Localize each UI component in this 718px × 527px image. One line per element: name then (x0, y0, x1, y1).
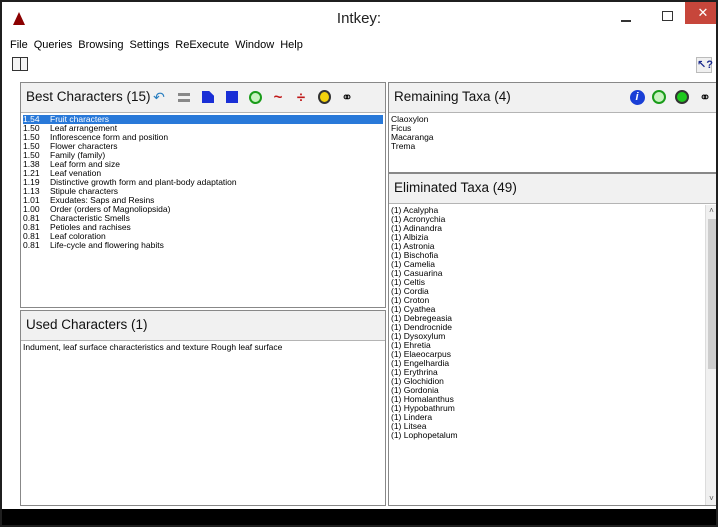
eliminated-taxa-header: Eliminated Taxa (49) (389, 174, 716, 204)
context-help-icon[interactable]: ↖? (696, 57, 713, 73)
menu-bar: File Queries Browsing Settings ReExecute… (2, 38, 716, 53)
status-bar (2, 509, 716, 525)
scroll-down-icon[interactable]: ˅ (706, 494, 716, 504)
remaining-taxa-list: Claoxylon Ficus Macaranga Trema (389, 114, 716, 172)
best-characters-pane: Best Characters (15) ↶ ~ ÷ ⚭ 1.54 Fruit c… (20, 82, 386, 308)
eliminated-taxa-scrollbar[interactable]: ˄ ˅ (705, 205, 716, 505)
list-item[interactable]: Ficus (391, 124, 715, 133)
yellow-circle-icon[interactable] (314, 87, 334, 107)
used-characters-list: Indument, leaf surface characteristics a… (21, 342, 385, 505)
menu-reexecute[interactable]: ReExecute (175, 38, 229, 53)
menu-window[interactable]: Window (235, 38, 274, 53)
maximize-button[interactable] (647, 2, 687, 30)
remaining-taxa-title: Remaining Taxa (4) (394, 89, 511, 104)
list-item[interactable]: (1) Croton (391, 296, 703, 305)
undo-icon[interactable]: ↶ (149, 87, 169, 107)
best-characters-list: 1.54 Fruit characters 1.50 Leaf arrangemen… (21, 114, 385, 307)
list-item[interactable]: (1) Cordia (391, 287, 703, 296)
best-characters-header: Best Characters (15) ↶ ~ ÷ ⚭ (21, 83, 385, 113)
list-item[interactable]: (1) Adinandra (391, 224, 703, 233)
tilde-icon[interactable]: ~ (268, 87, 288, 107)
list-item[interactable]: Indument, leaf surface characteristics a… (23, 343, 383, 352)
book-icon[interactable] (12, 57, 28, 71)
minimize-button[interactable] (606, 2, 646, 30)
eliminated-taxa-list: (1) Acalypha (1) Acronychia (1) Adinandr… (389, 205, 705, 505)
separate-icon[interactable] (174, 87, 194, 107)
scroll-thumb[interactable] (708, 219, 716, 369)
taxa-binoculars-icon[interactable]: ⚭ (695, 87, 715, 107)
list-item[interactable]: (1) Casuarina (391, 269, 703, 278)
menu-file[interactable]: File (10, 38, 28, 53)
remaining-taxa-header: Remaining Taxa (4) i ⚭ (389, 83, 716, 113)
list-item[interactable]: (1) Bischofia (391, 251, 703, 260)
list-item[interactable]: (1) Lindera (391, 413, 703, 422)
used-characters-pane: Used Characters (1) Indument, leaf surfa… (20, 310, 386, 506)
menu-settings[interactable]: Settings (130, 38, 170, 53)
list-item[interactable]: Macaranga (391, 133, 715, 142)
char-name: Life-cycle and flowering habits (50, 240, 164, 250)
list-item[interactable]: (1) Lophopetalum (391, 431, 703, 440)
main-toolbar: ↖? (2, 54, 716, 78)
eliminated-taxa-pane: Eliminated Taxa (49) (1) Acalypha (1) Ac… (388, 173, 716, 506)
eliminated-taxa-title: Eliminated Taxa (49) (394, 180, 517, 195)
binoculars-icon[interactable]: ⚭ (337, 87, 357, 107)
close-button[interactable]: ✕ (685, 2, 716, 24)
char-score: 0.81 (23, 240, 40, 250)
list-item[interactable]: Trema (391, 142, 715, 151)
list-item[interactable]: Claoxylon (391, 115, 715, 124)
remaining-taxa-pane: Remaining Taxa (4) i ⚭ Claoxylon Ficus M… (388, 82, 716, 173)
used-characters-header: Used Characters (1) (21, 311, 385, 341)
diagnose-icon[interactable] (198, 87, 218, 107)
maximize-icon (661, 11, 673, 21)
menu-help[interactable]: Help (280, 38, 303, 53)
scroll-up-icon[interactable]: ˄ (706, 206, 716, 216)
intkey-window: Intkey: ✕ File Queries Browsing Settings… (0, 0, 718, 527)
green-circle-icon[interactable] (245, 87, 265, 107)
menu-browsing[interactable]: Browsing (78, 38, 123, 53)
list-item[interactable]: 0.81 Life-cycle and flowering habits (23, 241, 383, 250)
menu-queries[interactable]: Queries (34, 38, 73, 53)
taxa-subset-icon[interactable] (649, 87, 669, 107)
list-item[interactable]: (1) Albizia (391, 233, 703, 242)
used-characters-title: Used Characters (1) (26, 317, 148, 332)
info-icon[interactable]: i (627, 87, 647, 107)
list-item[interactable]: (1) Celtis (391, 278, 703, 287)
square-icon[interactable] (222, 87, 242, 107)
divide-icon[interactable]: ÷ (291, 87, 311, 107)
list-item[interactable]: (1) Hypobathrum (391, 404, 703, 413)
close-icon: ✕ (697, 5, 709, 20)
list-item[interactable]: (1) Dysoxylum (391, 332, 703, 341)
title-bar: Intkey: ✕ (2, 2, 716, 38)
best-characters-title: Best Characters (15) (26, 89, 151, 104)
green-filled-circle-icon[interactable] (672, 87, 692, 107)
minimize-icon (621, 20, 631, 22)
